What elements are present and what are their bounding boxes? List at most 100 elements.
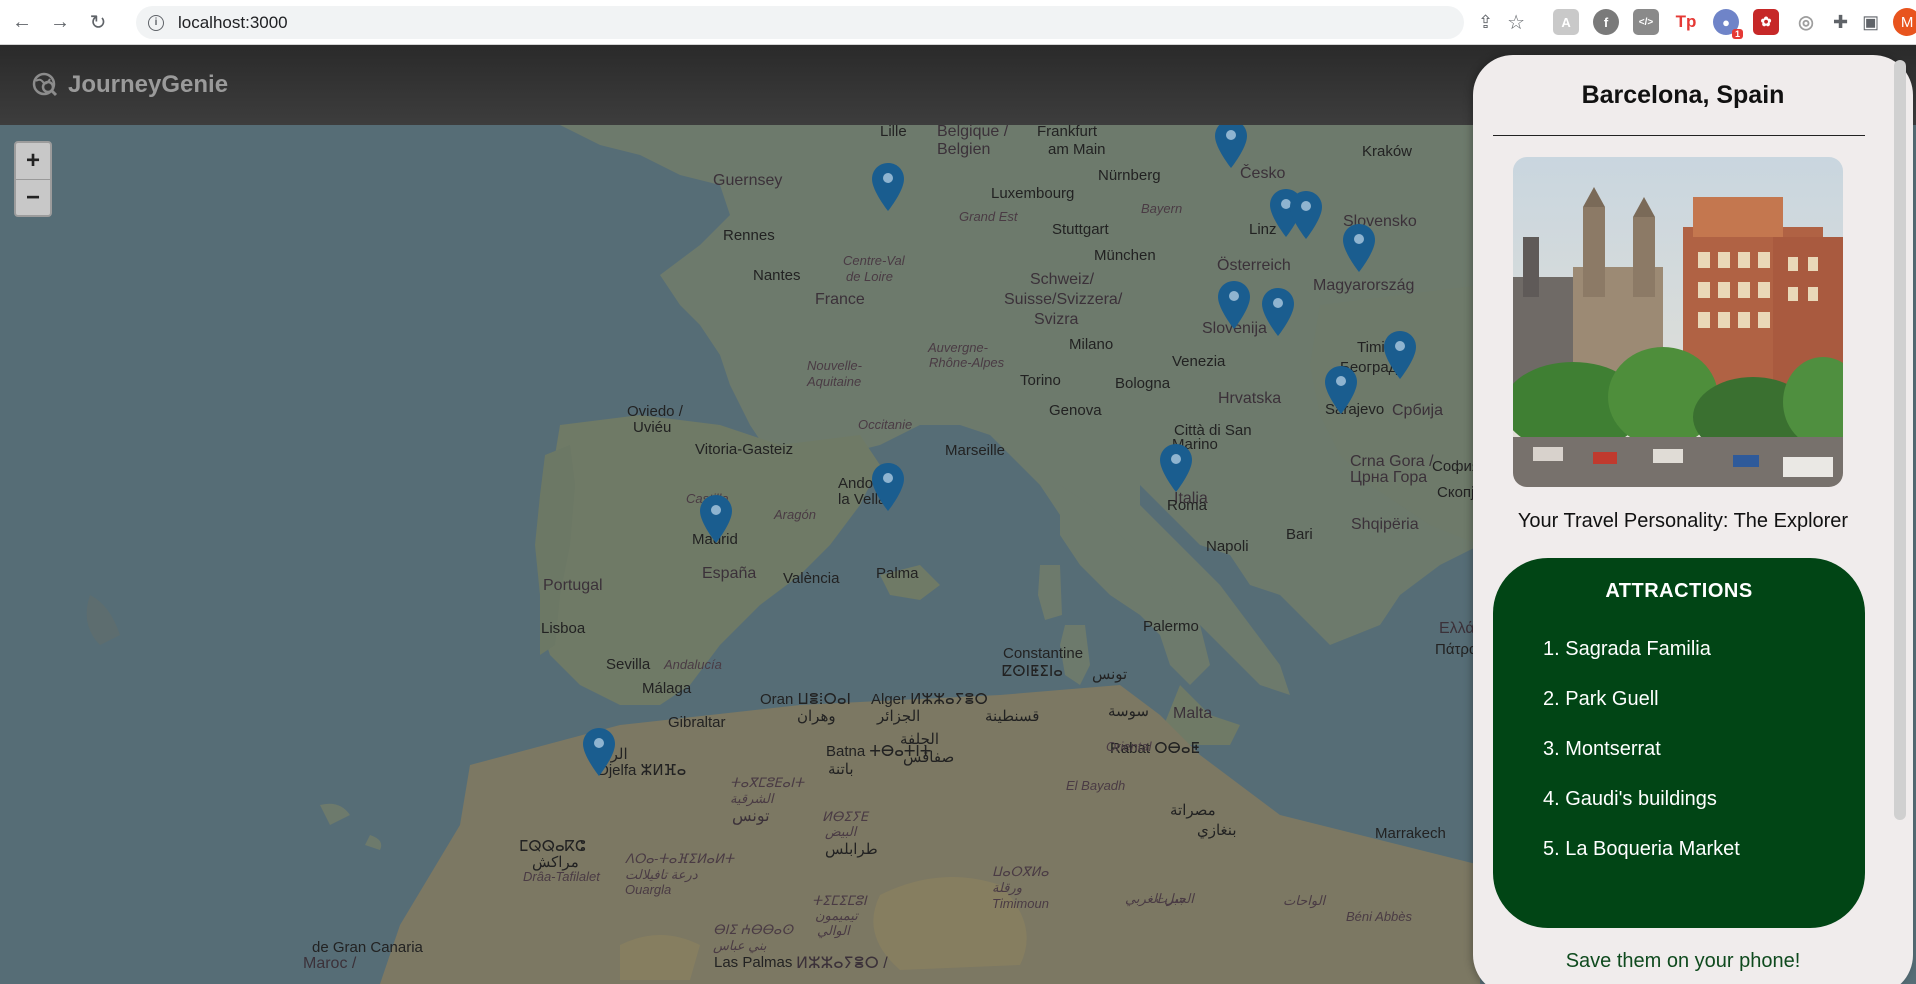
puzzle-icon[interactable]: ✚	[1833, 12, 1848, 33]
reload-icon[interactable]: ↻	[82, 6, 114, 38]
map-label: de Gran Canaria	[312, 939, 423, 956]
zoom-out-button[interactable]: −	[16, 179, 50, 215]
extension-icon-1[interactable]: A	[1553, 9, 1580, 35]
map-label: بني عباس	[713, 938, 767, 953]
map-label: Málaga	[642, 680, 692, 697]
bookmark-star-icon[interactable]: ☆	[1507, 10, 1525, 35]
map-label: وهران	[797, 708, 836, 725]
map-label: Alger ⵍⵣⵣⴰⵢⴻⵔ	[871, 691, 988, 708]
extensions-bar: ⇪ ☆ A f </> Tp ●1 ✿ ◎ ✚ ▣ M ⋮	[1478, 8, 1916, 39]
map-label: Auvergne-	[928, 340, 988, 355]
map-marker-icon[interactable]	[1262, 288, 1294, 336]
profile-avatar[interactable]: M	[1893, 8, 1916, 36]
map-label: Suisse/Svizzera/	[1004, 291, 1123, 308]
map-marker-icon[interactable]	[700, 495, 732, 543]
extension-icon-7[interactable]: ◎	[1793, 9, 1819, 35]
map-marker-icon[interactable]	[1290, 191, 1322, 239]
map-label: Grand Est	[959, 209, 1018, 224]
title-divider	[1493, 135, 1865, 136]
brand-name[interactable]: JourneyGenie	[68, 71, 228, 99]
extension-icon-3[interactable]: </>	[1633, 9, 1660, 35]
extension-icon-2[interactable]: f	[1593, 9, 1620, 35]
map-label: Vitoria-Gasteiz	[695, 441, 794, 458]
map-label: Palermo	[1143, 618, 1199, 635]
map-label: Schweiz/	[1030, 271, 1095, 288]
destination-panel: Barcelona, Spain Your Travel Personality…	[1473, 55, 1913, 984]
address-bar[interactable]: i localhost:3000	[136, 6, 1464, 39]
map-label: Lisboa	[541, 620, 586, 637]
map-label: Oriental	[1106, 739, 1152, 754]
map-label: Marseille	[945, 442, 1006, 459]
map-label: El Bayadh	[1066, 778, 1126, 793]
map-marker-icon[interactable]	[1384, 331, 1416, 379]
destination-title: Barcelona, Spain	[1581, 81, 1785, 109]
map-label: Црна Гора	[1350, 469, 1428, 486]
extension-icon-5[interactable]: ● 1	[1713, 9, 1744, 39]
map-label: Nouvelle-	[807, 358, 862, 373]
globe-search-icon	[32, 72, 58, 97]
map-label: البيض	[825, 824, 857, 839]
panel-scrollbar[interactable]	[1894, 60, 1906, 820]
map-label: Napoli	[1206, 538, 1249, 555]
extension-icon-4[interactable]: Tp	[1673, 9, 1699, 35]
map-label: Occitanie	[858, 417, 913, 432]
zoom-in-button[interactable]: +	[16, 143, 50, 179]
map-label: ⵍⵣⵣⴰⵢⴻⵔ /	[796, 955, 888, 972]
map-label: Kraków	[1362, 143, 1413, 160]
map-label: الجلفة	[900, 731, 940, 748]
map-label: Roma	[1167, 497, 1208, 514]
extension-icon-6[interactable]: ✿	[1753, 9, 1780, 35]
attraction-item: 5. La Boqueria Market	[1543, 838, 1740, 860]
map-label: تونس	[1092, 666, 1128, 683]
map-label: Luxembourg	[991, 185, 1075, 202]
map-label: Malta	[1173, 705, 1213, 722]
share-icon[interactable]: ⇪	[1478, 12, 1493, 33]
map-label: ⵜⴰⴳⵎⵓⴹⴰⵏⵜ	[730, 775, 804, 790]
map-label: ⵜⵉⵎⵉⵎⵓⵏ	[812, 893, 867, 908]
back-icon[interactable]: ←	[6, 6, 38, 38]
map-label: قسنطينة	[985, 708, 1040, 725]
map-label: Andalucía	[664, 657, 722, 672]
map-label: ⴷⵔⴰ-ⵜⴰⴼⵉⵍⴰⵍⵜ	[625, 851, 734, 866]
map-label: Shqipëria	[1351, 516, 1419, 533]
map-label: Timimoun	[992, 896, 1049, 911]
map-marker-icon[interactable]	[1215, 125, 1247, 168]
map-label: València	[783, 570, 840, 587]
zoom-control: + −	[14, 141, 52, 217]
side-panel-icon[interactable]: ▣	[1862, 12, 1879, 33]
browser-toolbar: ← → ↻ i localhost:3000 ⇪ ☆ A f </> Tp ● 1…	[0, 0, 1916, 45]
map-label: تيميمون	[815, 908, 858, 923]
map-label: Las Palmas	[714, 954, 793, 971]
forward-icon[interactable]: →	[44, 6, 76, 38]
map-marker-icon[interactable]	[1343, 224, 1375, 272]
attraction-item: 2. Park Guell	[1543, 688, 1659, 710]
map-marker-icon[interactable]	[872, 163, 904, 211]
map-marker-icon[interactable]	[583, 728, 615, 776]
map-label: Hrvatska	[1218, 390, 1282, 407]
map-label: Svizra	[1034, 311, 1079, 328]
map-label: Maroc /	[303, 955, 357, 972]
map-label: ⵍⴱⵉⵢⴹ	[822, 809, 868, 824]
attractions-list: 1. Sagrada Familia 2. Park Guell 3. Mont…	[1543, 638, 1865, 888]
map-label: سرت	[1155, 891, 1186, 906]
travel-personality: Your Travel Personality: The Explorer	[1517, 510, 1849, 532]
map-label: Aquitaine	[807, 374, 862, 389]
barcelona-painting-image	[1513, 157, 1843, 487]
map-label: Rennes	[723, 227, 775, 244]
map-label: Marrakech	[1375, 825, 1446, 842]
map-label: Gibraltar	[668, 714, 726, 731]
map-label: Србија	[1392, 402, 1444, 419]
map-marker-icon[interactable]	[1325, 366, 1357, 414]
map-label: Nürnberg	[1098, 167, 1161, 184]
site-info-icon[interactable]: i	[148, 14, 164, 31]
map-label: Milano	[1069, 336, 1114, 353]
map-marker-icon[interactable]	[872, 463, 904, 511]
save-to-phone-link[interactable]: Save them on your phone!	[1473, 950, 1893, 973]
map-marker-icon[interactable]	[1160, 444, 1192, 492]
map-label: Guernsey	[713, 172, 783, 189]
attraction-item: 1. Sagrada Familia	[1543, 638, 1711, 660]
map-label: الواحات	[1283, 893, 1326, 908]
map-label: Bari	[1286, 526, 1313, 543]
map-marker-icon[interactable]	[1218, 281, 1250, 329]
map-label: Portugal	[543, 577, 603, 594]
